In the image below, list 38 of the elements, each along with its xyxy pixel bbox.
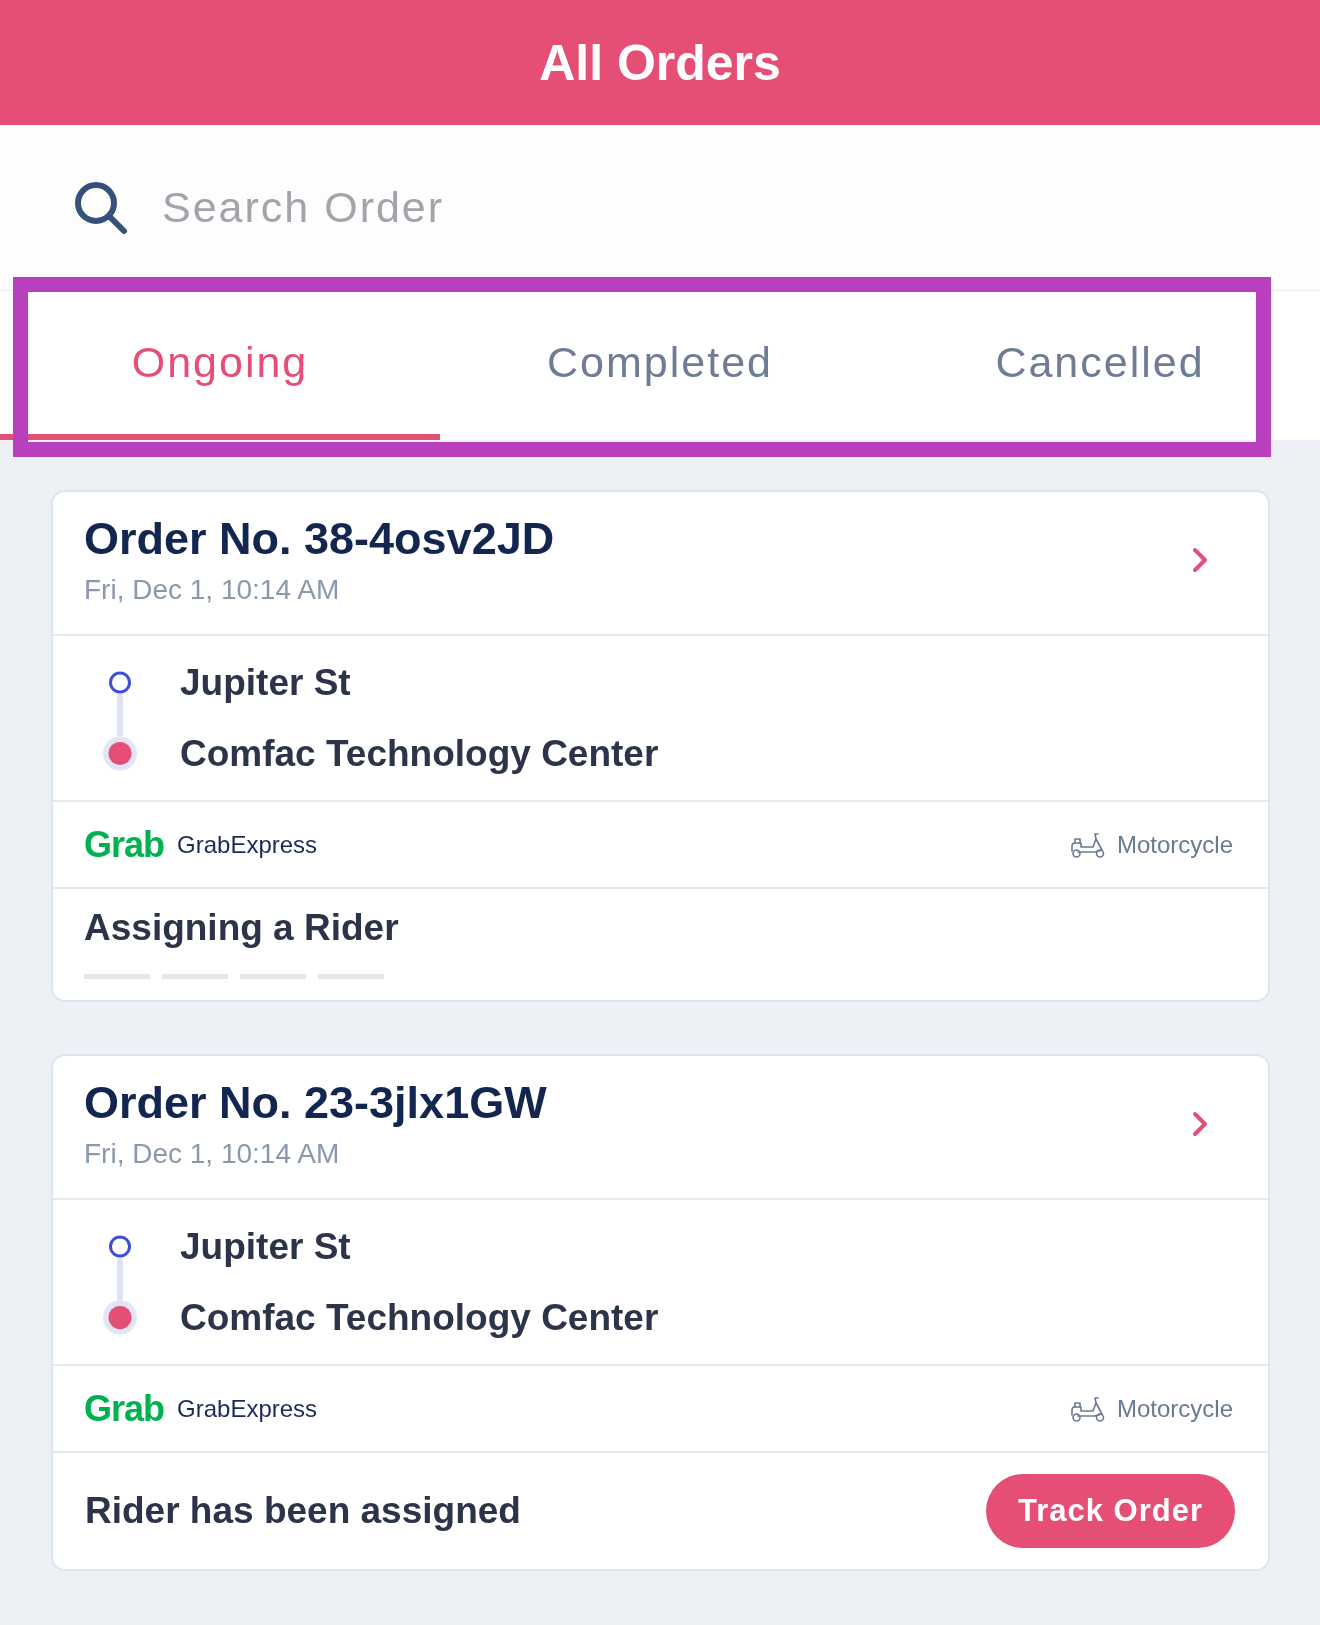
stop-name: Jupiter St bbox=[180, 661, 352, 705]
scooter-icon bbox=[1068, 830, 1107, 859]
order-card[interactable]: Order No. 38-4osv2JD Fri, Dec 1, 10:14 AM Jupiter St Comfac Technology Center Grab GrabExpress Motorcycle Assigning a Rider bbox=[51, 490, 1270, 1002]
pickup-ring-icon bbox=[109, 671, 131, 694]
chevron-right-icon bbox=[1192, 547, 1208, 573]
stop-name: Comfac Technology Center bbox=[180, 732, 659, 776]
service-name: GrabExpress bbox=[177, 1393, 318, 1424]
grab-logo: Grab bbox=[84, 1388, 165, 1429]
dropoff-dot-icon bbox=[103, 1300, 137, 1335]
search-field[interactable]: Search Order bbox=[162, 179, 1162, 236]
stop-name: Comfac Technology Center bbox=[180, 1296, 659, 1340]
vehicle-type: Motorcycle bbox=[1116, 1393, 1233, 1424]
search-bar[interactable]: Search Order bbox=[0, 125, 1320, 290]
tab[interactable]: Cancelled bbox=[880, 291, 1320, 440]
tab[interactable]: Completed bbox=[440, 291, 880, 440]
grab-logo: Grab bbox=[84, 824, 165, 865]
loading-dash bbox=[84, 974, 150, 979]
order-date: Fri, Dec 1, 10:14 AM bbox=[84, 573, 341, 607]
order-date: Fri, Dec 1, 10:14 AM bbox=[84, 1137, 341, 1171]
vehicle-type: Motorcycle bbox=[1116, 829, 1233, 860]
loading-dash bbox=[162, 974, 228, 979]
pickup-ring-icon bbox=[109, 1235, 131, 1258]
order-number: Order No. 38-4osv2JD bbox=[84, 512, 555, 566]
chevron-right-icon bbox=[1192, 1111, 1208, 1137]
status-text: Rider has been assigned bbox=[85, 1489, 521, 1533]
scooter-icon bbox=[1068, 1394, 1107, 1423]
page-title: All Orders bbox=[539, 33, 781, 93]
search-icon bbox=[74, 180, 128, 235]
loading-dash bbox=[318, 974, 384, 979]
order-card[interactable]: Order No. 23-3jlx1GW Fri, Dec 1, 10:14 AM Jupiter St Comfac Technology Center Grab GrabExpress Motorcycle Rider has been assigned Track Order bbox=[51, 1054, 1270, 1571]
loading-dash bbox=[240, 974, 306, 979]
track-order-button[interactable]: Track Order bbox=[985, 1474, 1235, 1548]
dropoff-dot-icon bbox=[103, 736, 137, 771]
service-name: GrabExpress bbox=[177, 829, 318, 860]
order-number: Order No. 23-3jlx1GW bbox=[84, 1076, 547, 1130]
status-text: Assigning a Rider bbox=[84, 906, 399, 950]
tab[interactable]: Ongoing bbox=[0, 291, 440, 440]
stop-name: Jupiter St bbox=[180, 1225, 352, 1269]
